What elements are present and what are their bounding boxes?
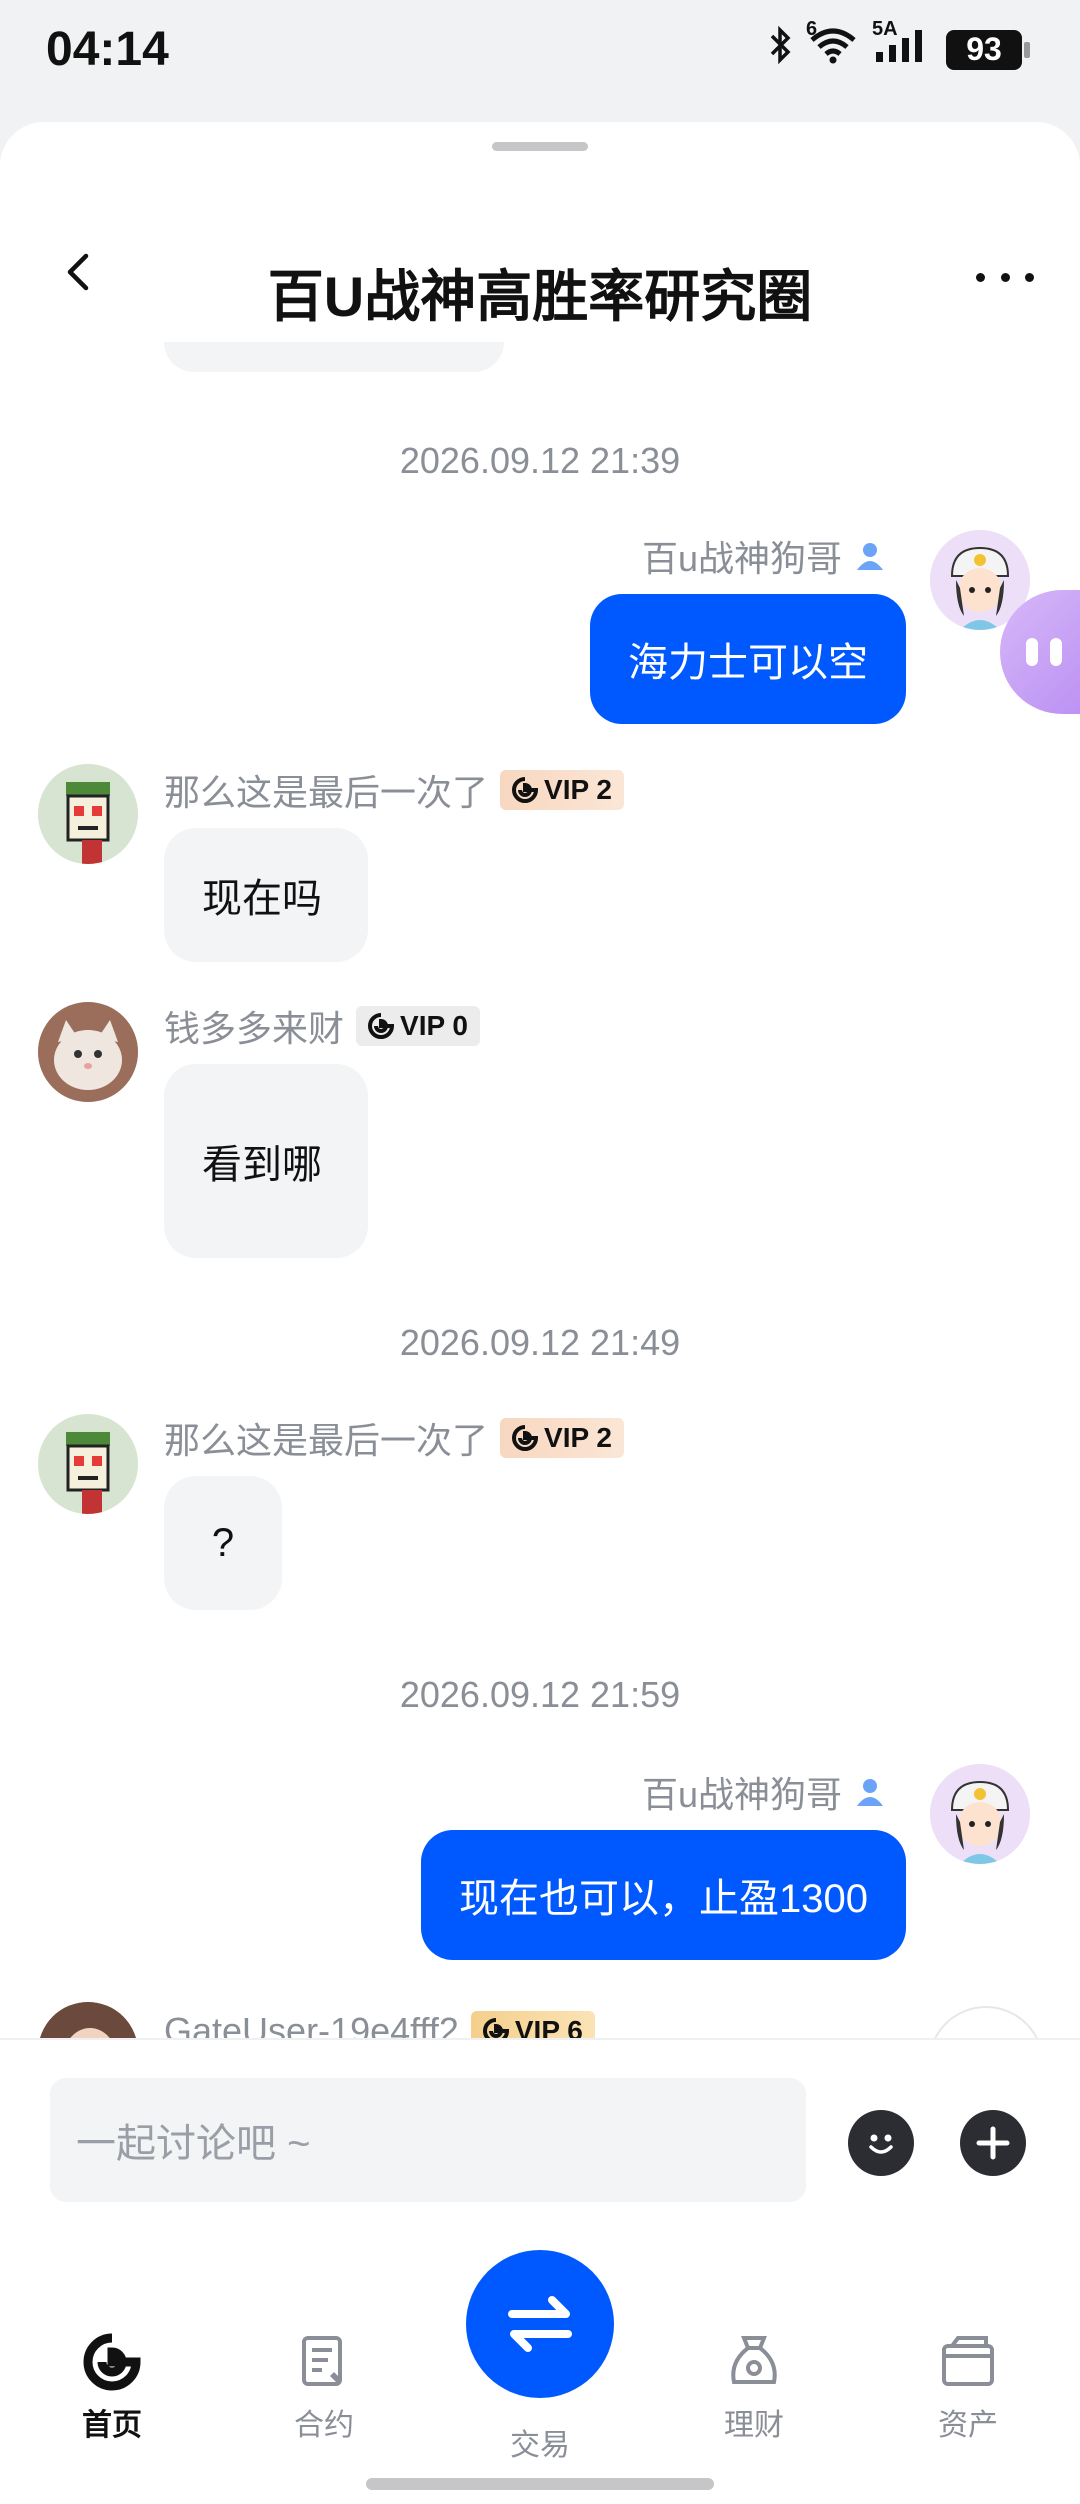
status-time: 04:14: [46, 23, 169, 76]
finance-icon: [731, 2336, 777, 2384]
tab-trade[interactable]: [466, 2250, 614, 2398]
emoji-button[interactable]: [848, 2110, 914, 2176]
sender-row: 钱多多来财 VIP 0: [164, 1000, 480, 1052]
outgoing-message-bubble[interactable]: 海力士可以空: [590, 594, 906, 724]
tab-assets[interactable]: 资产: [898, 2332, 1038, 2444]
home-indicator[interactable]: [366, 2478, 714, 2490]
battery-level: 93: [946, 29, 1022, 70]
chat-header: 百U战神高胜率研究圈: [0, 212, 1080, 342]
incoming-message-bubble[interactable]: 现在吗: [164, 828, 368, 962]
timestamp: 2026.09.12 21:39: [399, 440, 681, 481]
sender-name: 钱多多来财: [164, 1008, 345, 1049]
tab-label: 理财: [724, 2409, 784, 2442]
sheet-grab-handle[interactable]: [492, 142, 588, 151]
vip-label: VIP 0: [400, 1010, 468, 1041]
attach-button[interactable]: [960, 2110, 1026, 2176]
page-title: 百U战神高胜率研究圈: [267, 265, 813, 328]
vip-badge: VIP 0: [356, 1006, 480, 1046]
tab-contract[interactable]: 合约: [254, 2332, 394, 2444]
vip-badge: VIP 2: [500, 770, 624, 810]
gate-logo-icon: [368, 1013, 395, 1039]
wallet-icon: [942, 2336, 994, 2386]
bottom-tab-bar: 首页 合约 交易 理财 资产: [0, 2208, 1080, 2504]
pixel-art-avatar-icon: [38, 1414, 138, 1514]
incoming-message-bubble[interactable]: 看到哪: [164, 1064, 368, 1258]
cellular-icon: 5A: [872, 18, 932, 73]
more-dot: [976, 272, 985, 282]
sender-name: 百u战神狗哥: [641, 1774, 842, 1815]
cat-photo-avatar-icon: [38, 1002, 138, 1102]
status-bar: 04:14 6 5A 93: [0, 0, 1080, 110]
more-options-button[interactable]: [970, 252, 1040, 302]
gate-logo-icon: [512, 1425, 539, 1451]
home-icon: [83, 2333, 141, 2391]
avatar[interactable]: [38, 1414, 138, 1514]
chat-sheet: 百U战神高胜率研究圈 2026.09.12 21:39 百u战神狗哥 海力士可以…: [0, 122, 1080, 2504]
smile-icon: [869, 2134, 893, 2154]
wifi-superscript: 6: [806, 18, 818, 40]
avatar[interactable]: [38, 1002, 138, 1102]
sender-row: 百u战神狗哥: [642, 1766, 886, 1818]
pixel-art-avatar-icon: [38, 764, 138, 864]
sender-row: 那么这是最后一次了 VIP 2: [164, 764, 624, 816]
vip-label: VIP 2: [544, 774, 612, 805]
member-icon: [857, 543, 883, 570]
tab-finance[interactable]: 理财: [684, 2332, 824, 2444]
avatar[interactable]: [930, 1764, 1030, 1864]
bot-eye: [1026, 638, 1038, 666]
tab-home[interactable]: 首页: [42, 2332, 182, 2444]
message-input-bar: 一起讨论吧 ~: [0, 2038, 1080, 2208]
incoming-message-bubble[interactable]: ?: [164, 1476, 282, 1610]
girl-avatar-icon: [930, 1764, 1030, 1864]
contract-icon: [302, 2336, 342, 2386]
sender-row: 百u战神狗哥: [642, 530, 886, 582]
more-dot: [1000, 272, 1010, 282]
timestamp: 2026.09.12 21:59: [399, 1674, 681, 1715]
bot-eye: [1050, 638, 1062, 666]
tab-label: 首页: [82, 2409, 142, 2442]
message-input[interactable]: 一起讨论吧 ~: [50, 2078, 806, 2202]
battery-indicator: 93: [946, 29, 1030, 70]
sender-name: 那么这是最后一次了: [164, 1420, 489, 1461]
bluetooth-icon: [768, 25, 794, 73]
message-list[interactable]: 2026.09.12 21:39 百u战神狗哥 海力士可以空 那么这是最后一次了…: [0, 342, 1080, 2160]
tab-label: 交易: [510, 2429, 570, 2462]
sender-row: 那么这是最后一次了 VIP 2: [164, 1412, 624, 1464]
vip-badge: VIP 2: [500, 1418, 624, 1458]
status-icons: 6 5A 93: [768, 18, 1030, 73]
gate-logo-icon: [512, 777, 539, 803]
trade-icon: [508, 2296, 572, 2352]
tab-label: 资产: [938, 2409, 998, 2442]
timestamp: 2026.09.12 21:49: [399, 1322, 681, 1363]
sender-name: 那么这是最后一次了: [164, 772, 489, 813]
member-icon: [857, 1779, 883, 1806]
sender-name: 百u战神狗哥: [641, 538, 842, 579]
network-label: 5A: [872, 18, 898, 40]
previous-message-bubble: [164, 342, 504, 372]
outgoing-message-bubble[interactable]: 现在也可以，止盈1300: [421, 1830, 906, 1960]
plus-icon: [976, 2126, 1010, 2160]
vip-label: VIP 2: [544, 1422, 612, 1453]
avatar[interactable]: [38, 764, 138, 864]
tab-label: 合约: [294, 2409, 354, 2442]
more-dot: [1025, 272, 1034, 282]
battery-cap: [1024, 41, 1030, 58]
wifi-icon: 6: [806, 18, 858, 73]
